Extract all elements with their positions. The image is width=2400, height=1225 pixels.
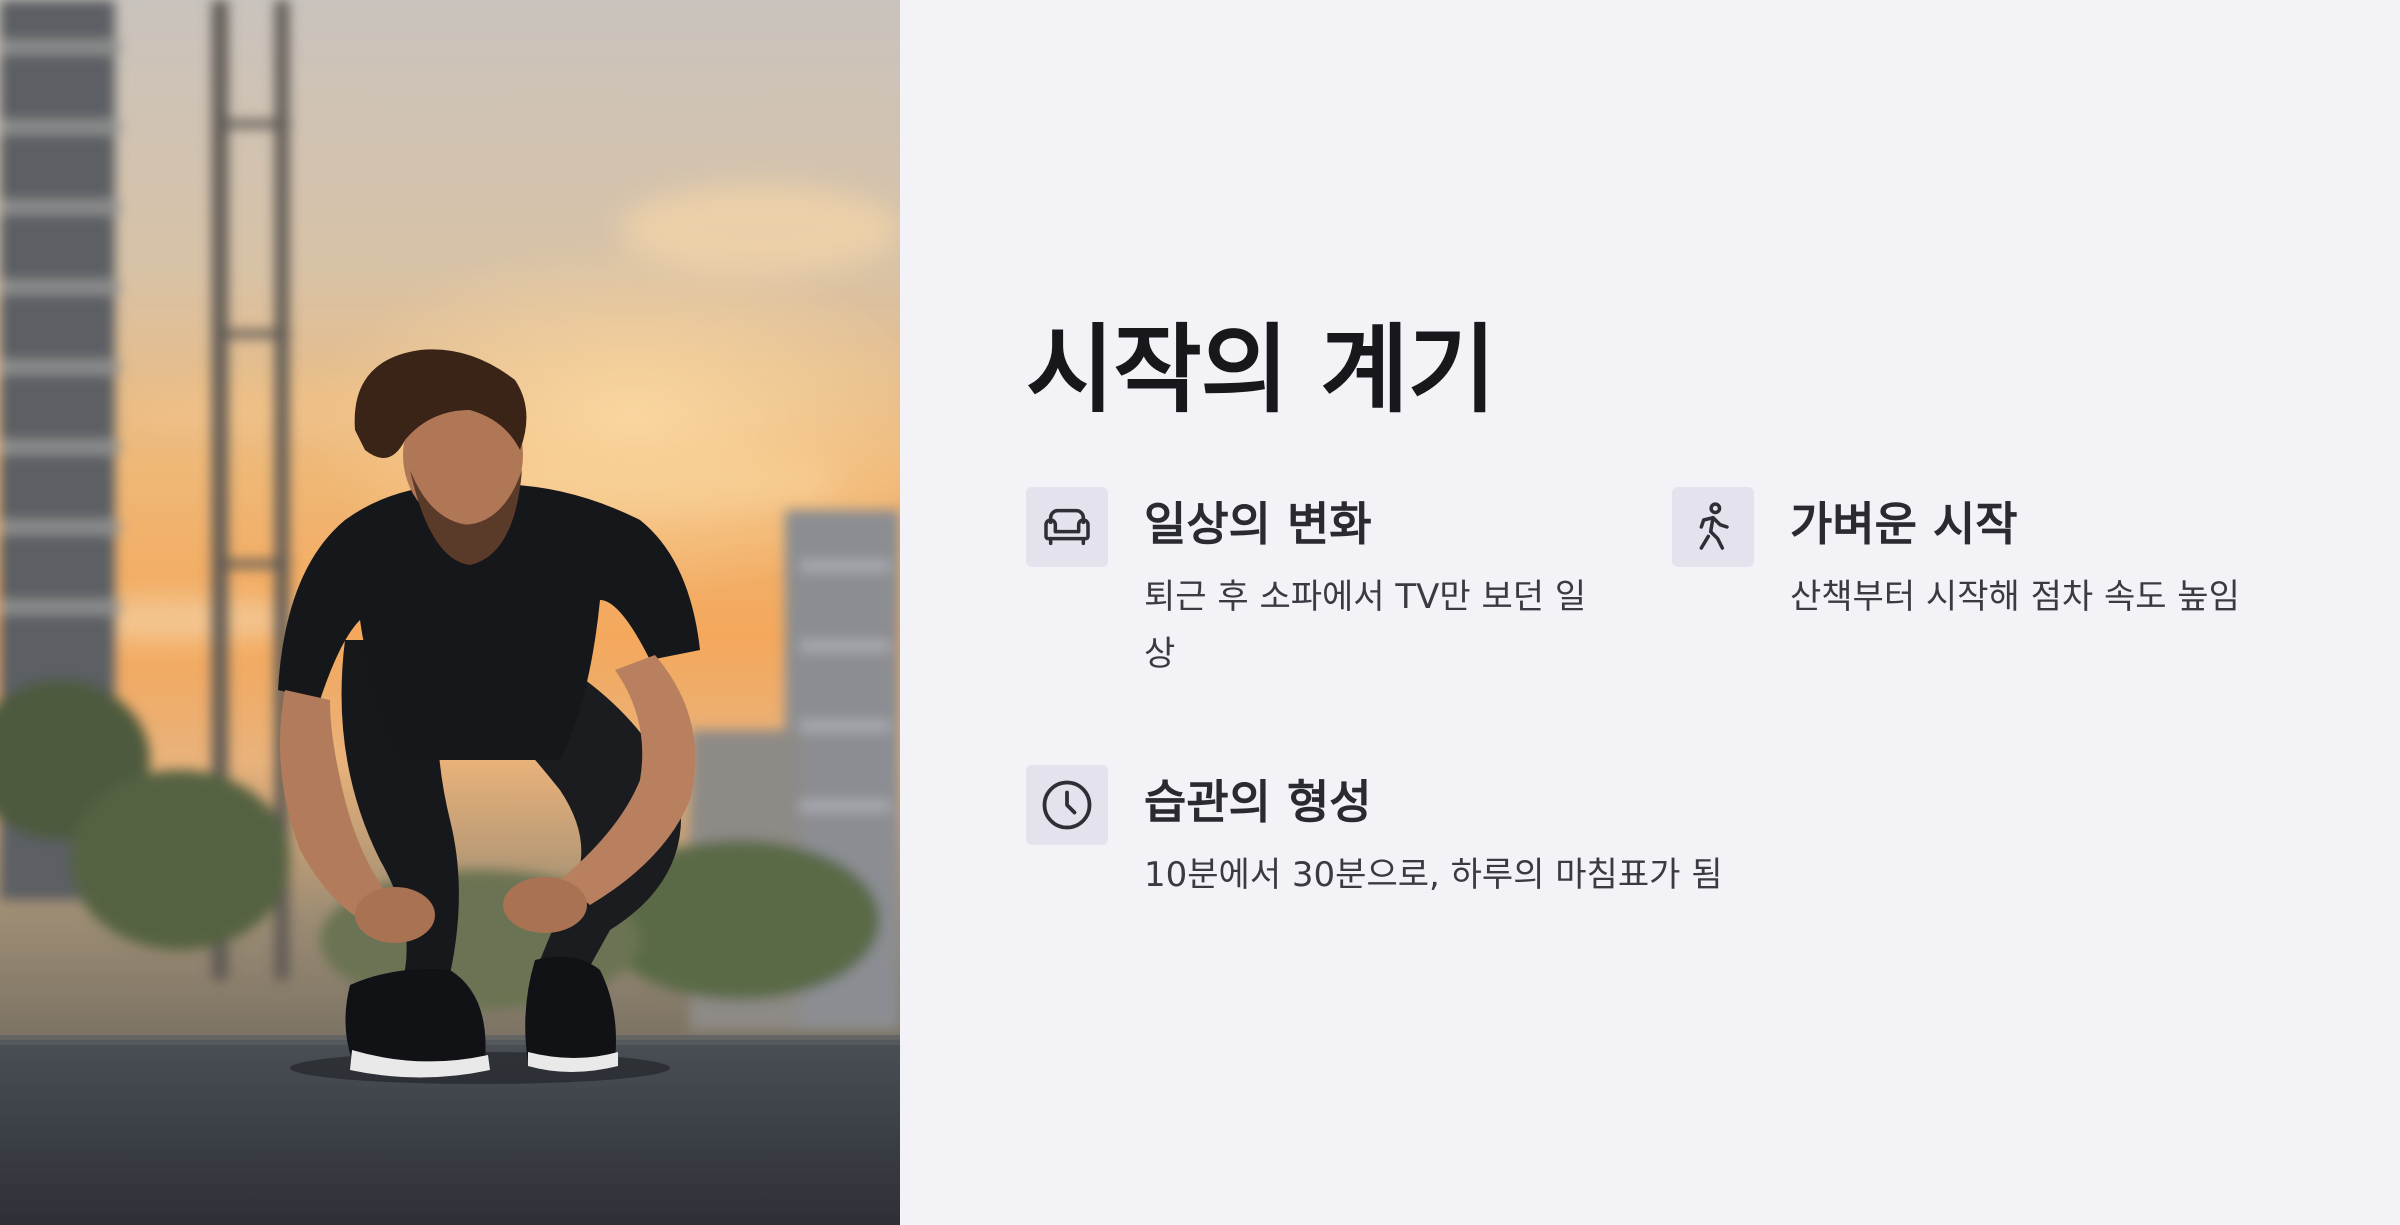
walking-person-icon: [1672, 487, 1754, 567]
clock-icon: [1026, 765, 1108, 845]
feature-title: 습관의 형성: [1144, 775, 1372, 829]
sofa-icon: [1026, 487, 1108, 567]
feature-description: 10분에서 30분으로, 하루의 마침표가 됨: [1144, 855, 1723, 895]
feature-description: 퇴근 후 소파에서 TV만 보던 일상: [1144, 577, 1587, 674]
content-panel: 시작의 계기 일상의 변화 퇴근 후 소파에서 TV만 보던 일상 가벼운 시작…: [1026, 0, 2366, 1225]
slide: 시작의 계기 일상의 변화 퇴근 후 소파에서 TV만 보던 일상 가벼운 시작…: [0, 0, 2400, 1225]
hero-photo: [0, 0, 900, 1225]
page-title: 시작의 계기: [1026, 314, 1496, 426]
feature-description: 산책부터 시작해 점차 속도 높임: [1790, 577, 2240, 617]
feature-title: 일상의 변화: [1144, 497, 1372, 551]
feature-title: 가벼운 시작: [1790, 497, 2018, 551]
